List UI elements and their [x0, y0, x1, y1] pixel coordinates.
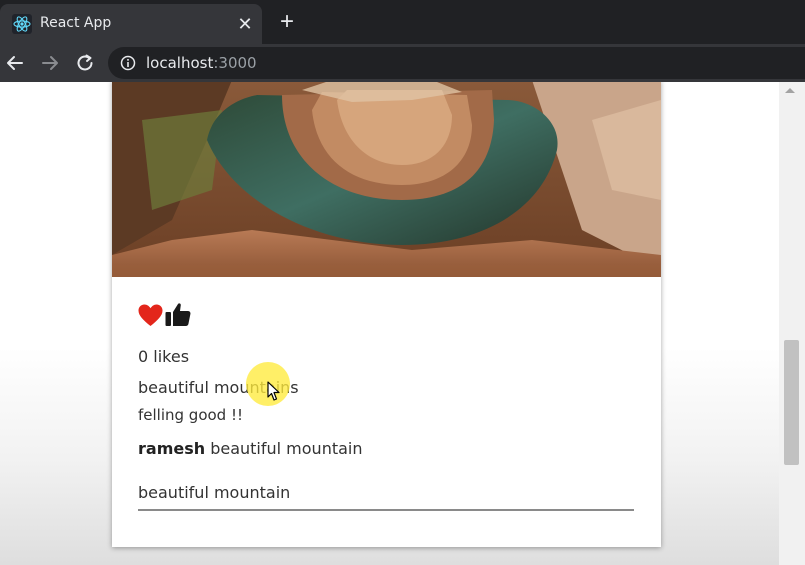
scrollbar-track[interactable] — [779, 82, 805, 565]
mouse-pointer-icon — [267, 381, 280, 401]
url-port: :3000 — [213, 54, 257, 72]
thumbs-up-icon[interactable] — [165, 302, 191, 327]
plus-icon[interactable]: + — [274, 10, 300, 36]
reload-icon[interactable] — [74, 52, 96, 74]
likes-count: 0 likes — [138, 347, 190, 366]
browser-tab-active[interactable]: React App ✕ — [0, 4, 262, 44]
post-mood: felling good !! — [138, 406, 243, 424]
comment-input[interactable] — [138, 475, 634, 511]
back-arrow-icon[interactable] — [4, 52, 26, 74]
scrollbar-thumb[interactable] — [784, 340, 799, 465]
post-card: 0 likes beautiful mountains felling good… — [112, 82, 661, 547]
close-icon[interactable]: ✕ — [234, 13, 256, 35]
forward-arrow-icon[interactable] — [39, 52, 61, 74]
browser-toolbar: localhost:3000 — [0, 44, 805, 82]
heart-icon[interactable] — [138, 304, 163, 327]
browser-tab-strip: React App ✕ + — [0, 0, 805, 44]
comment-username[interactable]: ramesh — [138, 439, 205, 458]
react-logo-icon — [12, 14, 32, 34]
url-text: localhost:3000 — [146, 54, 257, 72]
address-bar[interactable]: localhost:3000 — [108, 47, 805, 79]
page-viewport: 0 likes beautiful mountains felling good… — [0, 82, 805, 565]
comment-text: beautiful mountain — [205, 439, 363, 458]
tab-title: React App — [40, 15, 112, 31]
comment: ramesh beautiful mountain — [138, 439, 363, 458]
info-icon[interactable] — [120, 55, 136, 71]
scroll-up-arrow-icon[interactable] — [785, 88, 795, 93]
url-host: localhost — [146, 54, 214, 72]
post-image — [112, 82, 661, 277]
